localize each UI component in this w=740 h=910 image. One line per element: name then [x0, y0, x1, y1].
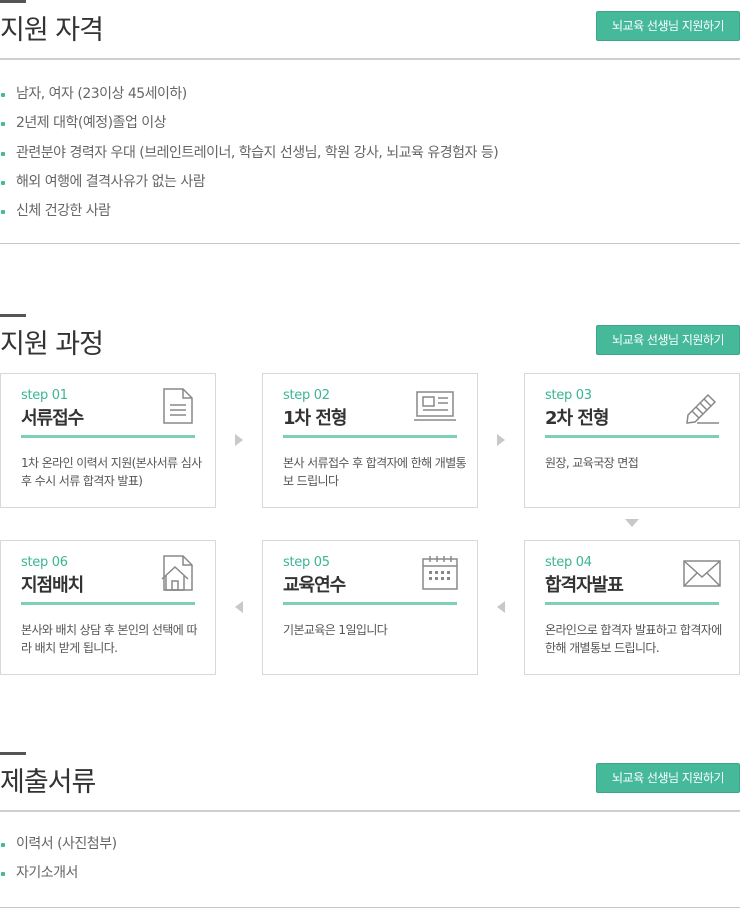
documents-list: 이력서 (사진첨부) 자기소개서	[0, 830, 740, 889]
document-icon	[159, 388, 197, 424]
step-number: step 03	[545, 388, 592, 403]
list-item: 관련분야 경력자 우대 (브레인트레이너, 학습지 선생님, 학원 강사, 뇌교…	[0, 139, 740, 168]
title-accent-bar	[0, 0, 26, 3]
flow-arrow-down	[625, 519, 639, 527]
apply-teacher-button[interactable]: 뇌교육 선생님 지원하기	[596, 11, 740, 41]
envelope-icon	[683, 555, 721, 591]
list-item: 해외 여행에 결격사유가 없는 사람	[0, 168, 740, 197]
step-number: step 05	[283, 555, 330, 570]
section-bottom-divider	[0, 907, 740, 908]
section-title-documents: 제출서류	[0, 767, 96, 798]
list-item: 남자, 여자 (23이상 45세이하)	[0, 80, 740, 109]
step-underline	[21, 602, 195, 605]
pencil-icon	[683, 388, 721, 424]
title-accent-bar	[0, 314, 26, 317]
step-card-01: step 01 서류접수 1차 온라인 이력서 지원(본사서류 심사 후 수시 …	[0, 373, 216, 508]
step-underline	[545, 602, 719, 605]
step-number: step 04	[545, 555, 592, 570]
step-card-02: step 02 1차 전형 본사 서류접수 후 합격자에 한해 개별통보 드립니…	[262, 373, 478, 508]
step-name: 서류접수	[21, 408, 84, 429]
section-divider	[0, 58, 740, 60]
step-name: 2차 전형	[545, 408, 609, 429]
step-name: 지점배치	[21, 575, 84, 596]
step-name: 1차 전형	[283, 408, 347, 429]
step-description: 1차 온라인 이력서 지원(본사서류 심사 후 수시 서류 합격자 발표)	[21, 456, 202, 488]
step-number: step 01	[21, 388, 68, 403]
qualification-list: 남자, 여자 (23이상 45세이하) 2년제 대학(예정)졸업 이상 관련분야…	[0, 80, 740, 226]
step-card-06: step 06 지점배치 본사와 배치 상담 후 본인의 선택에 따라 배치 받…	[0, 540, 216, 675]
flow-arrow-left	[235, 601, 243, 613]
step-description: 본사와 배치 상담 후 본인의 선택에 따라 배치 받게 됩니다.	[21, 623, 197, 655]
list-item: 이력서 (사진첨부)	[0, 830, 740, 859]
step-card-03: step 03 2차 전형 원장, 교육국장 면접	[524, 373, 740, 508]
step-underline	[283, 602, 457, 605]
section-title-process: 지원 과정	[0, 329, 104, 360]
calendar-icon	[421, 555, 459, 591]
flow-arrow-left	[497, 601, 505, 613]
apply-teacher-button[interactable]: 뇌교육 선생님 지원하기	[596, 763, 740, 793]
step-number: step 06	[21, 555, 68, 570]
newspaper-icon	[413, 388, 457, 424]
house-document-icon	[159, 555, 197, 591]
step-number: step 02	[283, 388, 330, 403]
step-card-05: step 05 교육연수 기본교육은 1일입니다	[262, 540, 478, 675]
list-item: 자기소개서	[0, 859, 740, 888]
step-description: 본사 서류접수 후 합격자에 한해 개별통보 드립니다	[283, 456, 467, 488]
apply-teacher-button[interactable]: 뇌교육 선생님 지원하기	[596, 325, 740, 355]
step-name: 교육연수	[283, 575, 346, 596]
step-description: 온라인으로 합격자 발표하고 합격자에 한해 개별통보 드립니다.	[545, 623, 722, 655]
step-card-04: step 04 합격자발표 온라인으로 합격자 발표하고 합격자에 한해 개별통…	[524, 540, 740, 675]
title-accent-bar	[0, 752, 26, 755]
step-name: 합격자발표	[545, 575, 624, 596]
section-title-qualification: 지원 자격	[0, 15, 104, 46]
flow-arrow-right	[497, 434, 505, 446]
step-underline	[283, 435, 457, 438]
step-underline	[545, 435, 719, 438]
section-bottom-divider	[0, 243, 740, 244]
list-item: 신체 건강한 사람	[0, 197, 740, 226]
list-item: 2년제 대학(예정)졸업 이상	[0, 109, 740, 138]
step-underline	[21, 435, 195, 438]
flow-arrow-right	[235, 434, 243, 446]
step-description: 기본교육은 1일입니다	[283, 623, 388, 637]
section-divider	[0, 810, 740, 812]
step-description: 원장, 교육국장 면접	[545, 456, 639, 470]
